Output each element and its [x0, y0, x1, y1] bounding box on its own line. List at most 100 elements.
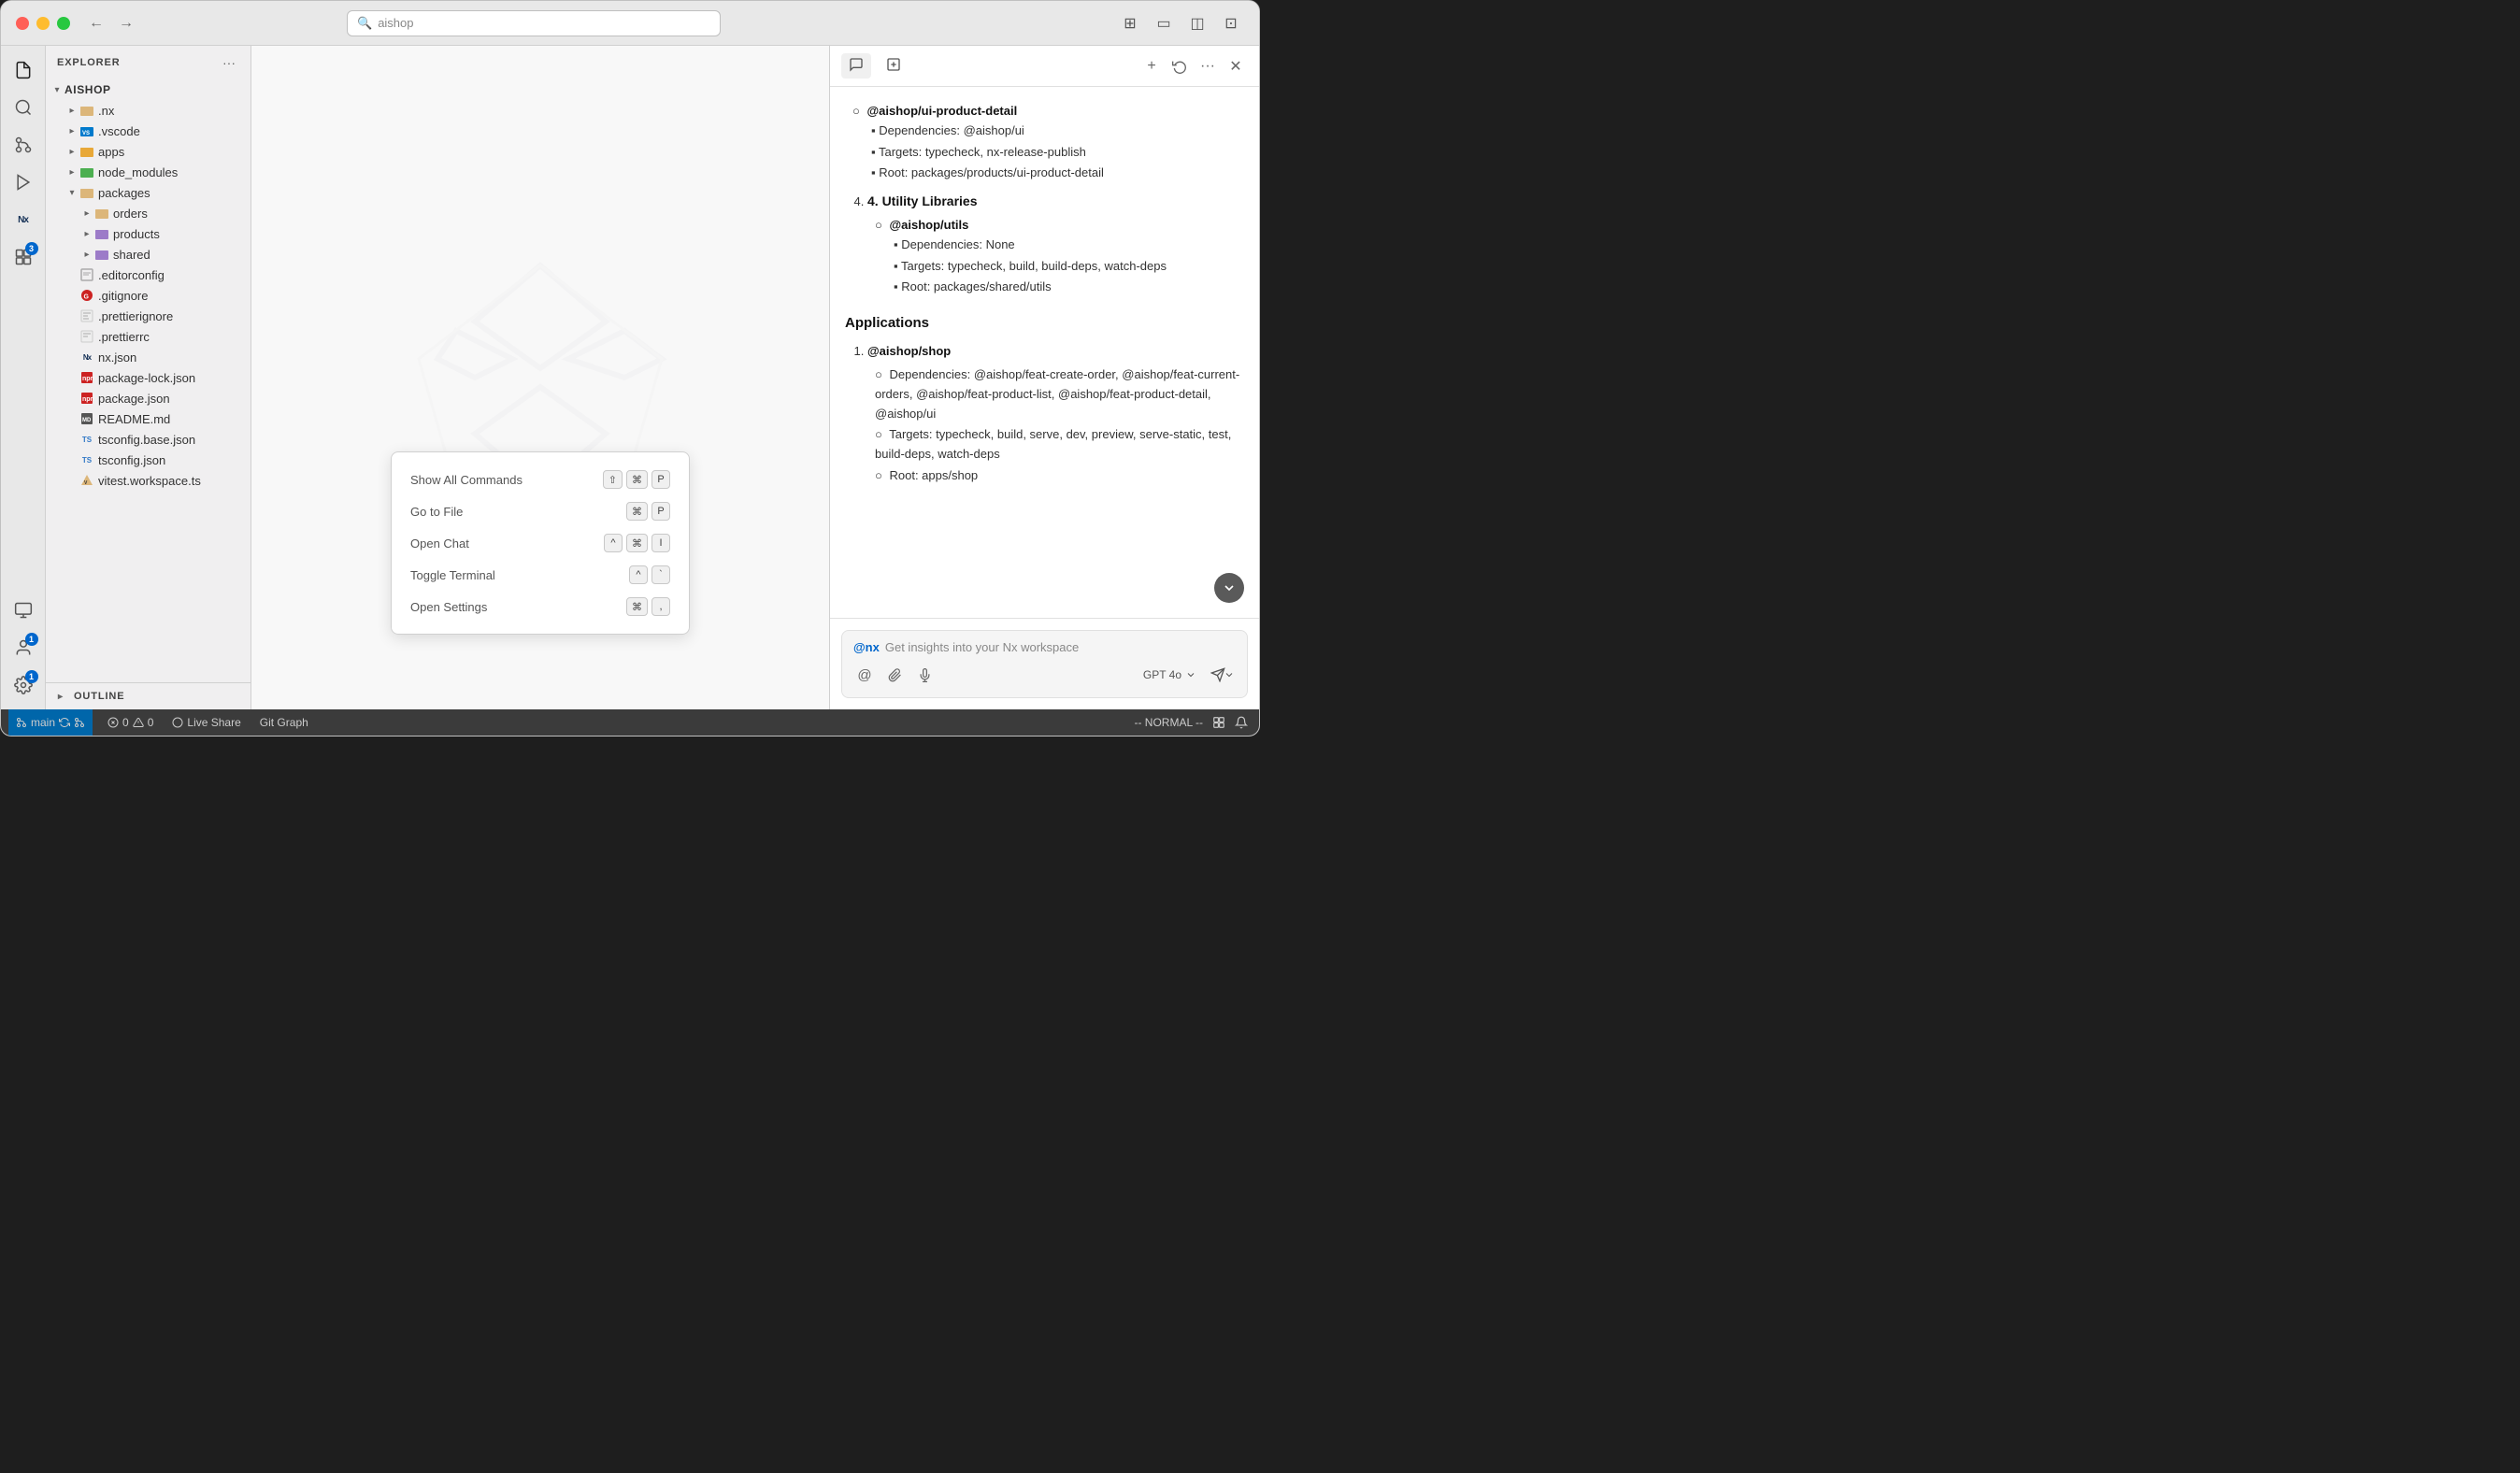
chat-input-text: @nx Get insights into your Nx workspace [853, 640, 1236, 654]
chat-close-button[interactable]: ✕ [1224, 54, 1248, 79]
activity-item-nx[interactable]: Nx [7, 203, 40, 236]
chat-more-button[interactable]: ··· [1196, 54, 1220, 79]
outline-header[interactable]: OUTLINE [46, 683, 251, 709]
status-git-graph[interactable]: Git Graph [256, 709, 312, 736]
model-selector[interactable]: GPT 4o [1138, 665, 1202, 684]
activity-item-explorer[interactable] [7, 53, 40, 87]
package-json-icon: npm [79, 391, 94, 406]
sidebar: Explorer ··· AISHOP .nx [46, 46, 251, 709]
kbd-backtick: ` [651, 565, 670, 584]
sidebar-item-prettierrc[interactable]: .prettierrc [46, 326, 251, 347]
chat-tab-new[interactable] [879, 53, 909, 79]
sidebar-item-prettierignore[interactable]: .prettierignore [46, 306, 251, 326]
kbd-comma: , [651, 597, 670, 616]
activity-item-search[interactable] [7, 91, 40, 124]
command-go-to-file-shortcut: ⌘ P [626, 502, 670, 521]
tree-root[interactable]: AISHOP [46, 79, 251, 100]
sidebar-item-gitignore[interactable]: G .gitignore [46, 285, 251, 306]
chat-content: ○ @aishop/ui-product-detail Dependencies… [830, 87, 1259, 618]
sidebar-item-package-lock[interactable]: npm package-lock.json [46, 367, 251, 388]
sidebar-item-orders[interactable]: orders [46, 203, 251, 223]
sidebar-item-readme[interactable]: MD README.md [46, 408, 251, 429]
at-button[interactable]: @ [853, 664, 876, 686]
activity-item-settings[interactable]: 1 [7, 668, 40, 702]
attach-button[interactable] [883, 664, 906, 686]
vscode-folder-icon: VS [79, 123, 94, 138]
sidebar-more-button[interactable]: ··· [219, 52, 239, 73]
sidebar-item-editorconfig[interactable]: .editorconfig [46, 265, 251, 285]
editorconfig-label: .editorconfig [98, 268, 243, 282]
command-go-to-file[interactable]: Go to File ⌘ P [392, 495, 689, 527]
status-errors[interactable]: 0 0 [104, 709, 157, 736]
package-json-label: package.json [98, 392, 243, 406]
fullscreen-button[interactable]: ⊡ [1218, 10, 1244, 36]
outline-arrow [53, 689, 68, 704]
sidebar-toggle[interactable]: ◫ [1184, 10, 1210, 36]
sidebar-item-shared[interactable]: shared [46, 244, 251, 265]
gitignore-icon: G [79, 288, 94, 303]
search-bar[interactable]: 🔍 aishop [347, 10, 721, 36]
command-toggle-terminal[interactable]: Toggle Terminal ^ ` [392, 559, 689, 591]
sidebar-item-apps[interactable]: apps [46, 141, 251, 162]
close-button[interactable] [16, 17, 29, 30]
status-branch[interactable]: main [8, 709, 93, 736]
shop-name: @aishop/shop [867, 344, 951, 358]
sidebar-item-tsconfig-base[interactable]: TS tsconfig.base.json [46, 429, 251, 450]
command-show-all[interactable]: Show All Commands ⇧ ⌘ P [392, 464, 689, 495]
maximize-button[interactable] [57, 17, 70, 30]
status-right: -- NORMAL -- [1130, 716, 1252, 729]
activity-item-source-control[interactable] [7, 128, 40, 162]
command-open-settings[interactable]: Open Settings ⌘ , [392, 591, 689, 622]
microphone-button[interactable] [913, 664, 936, 686]
sidebar-item-packages[interactable]: packages [46, 182, 251, 203]
package-lock-label: package-lock.json [98, 371, 243, 385]
activity-item-account[interactable]: 1 [7, 631, 40, 665]
readme-icon: MD [79, 411, 94, 426]
file-tree: AISHOP .nx VS .vscode [46, 79, 251, 682]
root-arrow [50, 82, 64, 97]
status-extensions-icon[interactable] [1209, 716, 1229, 729]
node-modules-icon [79, 164, 94, 179]
chat-add-button[interactable]: + [1139, 54, 1164, 79]
main-layout: Nx 3 [1, 46, 1259, 709]
kbd-cmd4: ⌘ [626, 597, 648, 616]
activity-item-run[interactable] [7, 165, 40, 199]
vscode-arrow [64, 123, 79, 138]
titlebar: ← → 🔍 aishop ⊞ ▭ ◫ ⊡ [1, 1, 1259, 46]
sidebar-item-package-json[interactable]: npm package.json [46, 388, 251, 408]
chat-panel: + ··· ✕ ○ @aishop/ui-product-det [829, 46, 1259, 709]
command-open-settings-label: Open Settings [410, 600, 487, 614]
packages-label: packages [98, 186, 243, 200]
chat-document: ○ @aishop/ui-product-detail Dependencies… [845, 102, 1244, 486]
products-label: products [113, 227, 243, 241]
panel-button[interactable]: ▭ [1151, 10, 1177, 36]
chat-tab-chat[interactable] [841, 53, 871, 79]
sidebar-item-tsconfig[interactable]: TS tsconfig.json [46, 450, 251, 470]
send-button[interactable] [1210, 662, 1236, 688]
utils-root: Root: packages/shared/utils [894, 278, 1244, 297]
vitest-label: vitest.workspace.ts [98, 474, 243, 488]
status-notification[interactable] [1231, 716, 1252, 729]
sidebar-item-vitest[interactable]: V vitest.workspace.ts [46, 470, 251, 491]
sidebar-item-node-modules[interactable]: node_modules [46, 162, 251, 182]
scroll-to-bottom-button[interactable] [1214, 573, 1244, 603]
back-button[interactable]: ← [85, 12, 107, 35]
activity-item-remote[interactable] [7, 593, 40, 627]
chat-input-box[interactable]: @nx Get insights into your Nx workspace … [841, 630, 1248, 698]
forward-button[interactable]: → [115, 12, 137, 35]
sidebar-item-products[interactable]: products [46, 223, 251, 244]
status-live-share[interactable]: Live Share [168, 709, 244, 736]
activity-item-extensions[interactable]: 3 [7, 240, 40, 274]
nx-label: .nx [98, 104, 243, 118]
extensions-badge: 3 [25, 242, 38, 255]
command-open-chat[interactable]: Open Chat ^ ⌘ I [392, 527, 689, 559]
chat-tab-icon [849, 57, 864, 75]
sidebar-item-vscode[interactable]: VS .vscode [46, 121, 251, 141]
chat-history-button[interactable] [1167, 54, 1192, 79]
live-share-icon [172, 717, 183, 728]
sidebar-item-nx[interactable]: .nx [46, 100, 251, 121]
minimize-button[interactable] [36, 17, 50, 30]
chat-input-area: @nx Get insights into your Nx workspace … [830, 618, 1259, 709]
sidebar-item-nx-json[interactable]: Nx nx.json [46, 347, 251, 367]
layout-button[interactable]: ⊞ [1117, 10, 1143, 36]
